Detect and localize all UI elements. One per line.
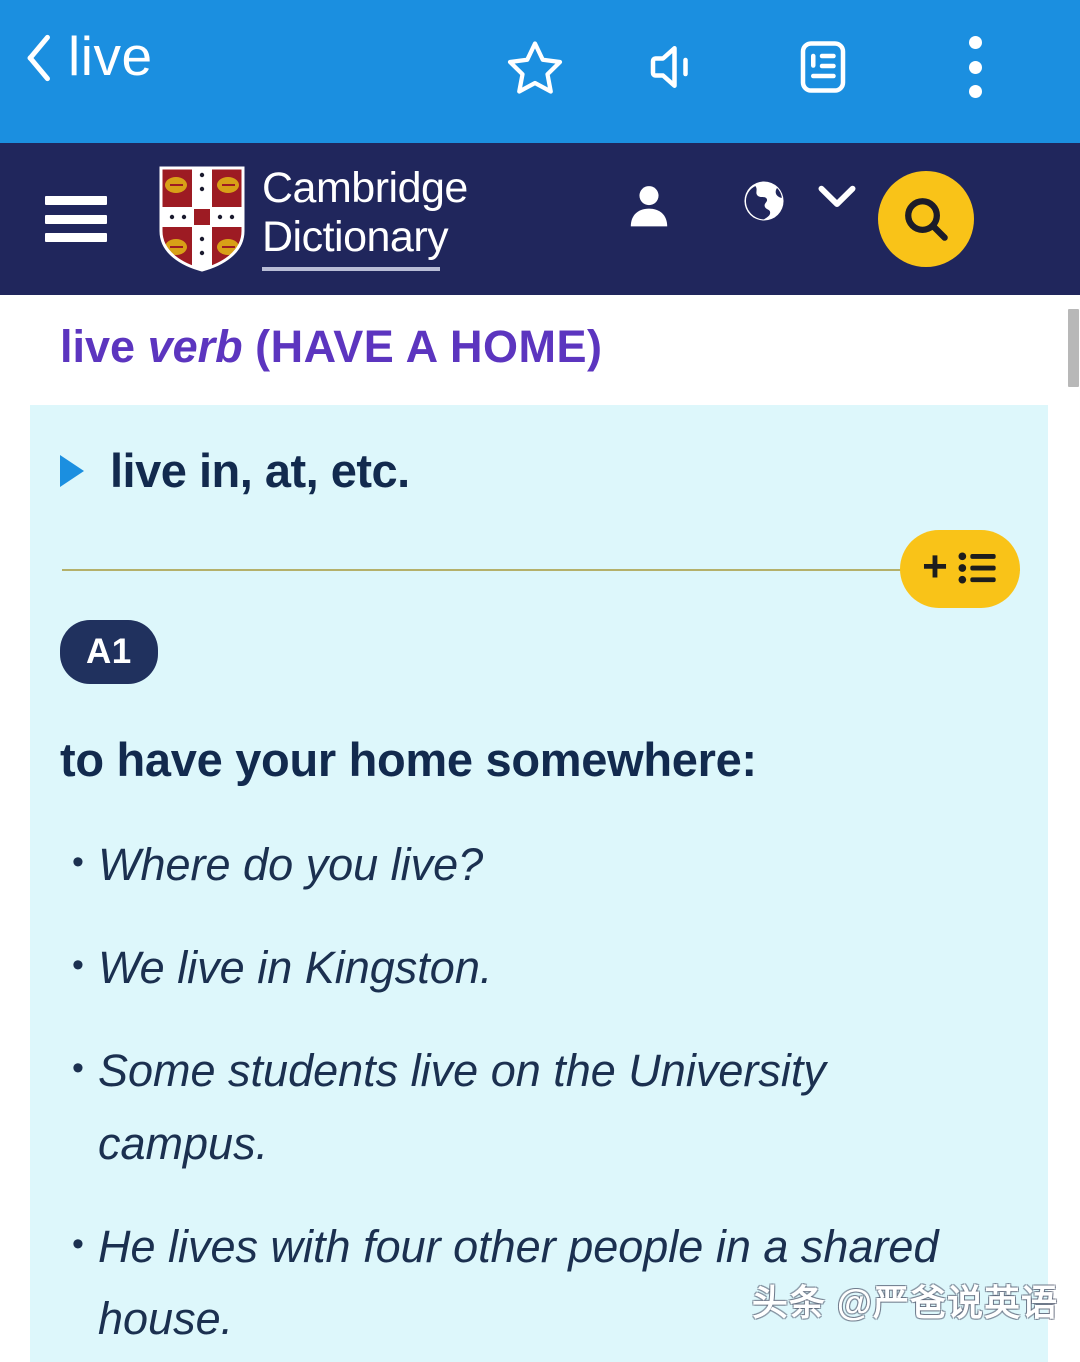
more-menu-icon[interactable] — [940, 32, 1010, 102]
scrollbar[interactable] — [1068, 295, 1080, 1362]
part-of-speech: verb — [147, 321, 243, 372]
account-icon[interactable] — [614, 171, 684, 241]
header-right-group — [614, 143, 1080, 295]
list-item: Some students live on the University cam… — [72, 1035, 972, 1181]
brand-text: Cambridge Dictionary — [262, 167, 468, 271]
appbar-left-group: live — [10, 16, 153, 96]
list-item: He lives with four other people in a sha… — [72, 1211, 972, 1357]
list-item: We live in Kingston. — [72, 932, 972, 1005]
scrollbar-thumb[interactable] — [1068, 309, 1079, 387]
appbar-title: live — [68, 25, 153, 87]
brand-line-dictionary: Dictionary — [262, 216, 449, 271]
triangle-bullet-icon — [60, 454, 84, 487]
site-header: Cambridge Dictionary — [0, 143, 1080, 295]
brand-line-cambridge: Cambridge — [262, 164, 468, 212]
chevron-down-icon[interactable] — [812, 171, 862, 221]
article-icon[interactable] — [788, 32, 858, 102]
definition-card: live in, at, etc. + A1 to have your home… — [30, 405, 1048, 1362]
divider — [62, 569, 1020, 571]
globe-icon[interactable] — [734, 171, 794, 231]
speaker-icon[interactable] — [642, 32, 712, 102]
phrase-heading: live in, at, etc. — [110, 444, 410, 497]
example-list: Where do you live? We live in Kingston. … — [72, 829, 1048, 1356]
headword: live — [60, 321, 136, 372]
star-icon[interactable] — [500, 32, 570, 102]
app-screen: live Cambridge Dictionary live verb (HAV… — [0, 0, 1080, 1362]
cefr-level-badge: A1 — [60, 620, 158, 684]
divider-row: + — [30, 530, 1048, 614]
headword-line: live verb (HAVE A HOME) — [60, 321, 1080, 373]
cambridge-crest-icon — [159, 166, 245, 272]
appbar-action-icons — [500, 22, 1060, 112]
app-top-bar: live — [0, 0, 1080, 143]
list-item: Where do you live? — [72, 829, 972, 902]
hamburger-menu-icon[interactable] — [45, 196, 107, 242]
brand-logo[interactable]: Cambridge Dictionary — [158, 165, 468, 273]
search-button[interactable] — [878, 171, 974, 267]
list-icon — [958, 551, 998, 588]
guide-word: (HAVE A HOME) — [255, 321, 603, 372]
search-icon — [905, 198, 948, 241]
back-arrow-icon[interactable] — [10, 16, 56, 96]
definition-text: to have your home somewhere: — [60, 733, 757, 786]
plus-icon: + — [922, 542, 948, 591]
add-to-wordlist-button[interactable]: + — [900, 530, 1020, 608]
phrase-heading-row: live in, at, etc. — [60, 443, 1048, 498]
entry-content: live verb (HAVE A HOME) live in, at, etc… — [0, 295, 1080, 1362]
